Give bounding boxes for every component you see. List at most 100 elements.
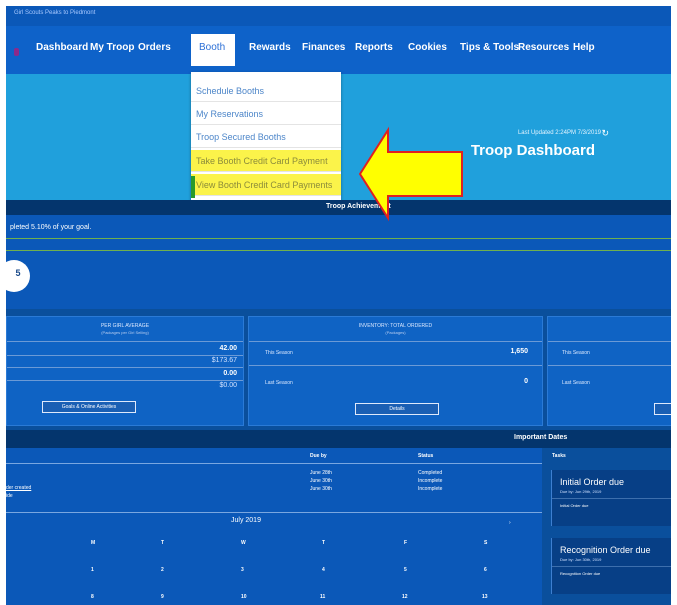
divider [7,355,243,356]
important-dates-bar: Important Dates [6,430,671,448]
stat-value: 0.00 [223,370,237,377]
nav-orders[interactable]: Orders [138,42,171,53]
task-card[interactable]: Initial Order due Due by: Jun 29th, 2019… [551,470,671,526]
details-button[interactable]: Details [355,403,439,415]
calendar-divider [6,512,542,513]
nav-rewards[interactable]: Rewards [249,42,291,53]
menu-item-take-booth-credit-card-payment[interactable]: Take Booth Credit Card Payment [191,150,341,172]
this-season-value: 1,650 [510,348,528,355]
divider [7,380,243,381]
goal-progress-line [6,250,671,251]
card-button[interactable] [654,403,671,415]
divider [548,365,671,366]
calendar-day[interactable]: 12 [402,594,408,600]
this-season-label: This Season [265,350,293,356]
main-navbar: Dashboard My Troop Orders Booth Rewards … [6,26,671,74]
this-season-label: This Season [562,350,590,356]
goal-text: pleted 5.10% of your goal. [10,224,92,231]
last-updated-text: Last Updated 2:24PM 7/3/2019 [517,130,601,136]
calendar-day[interactable]: 11 [320,594,325,600]
menu-item-my-reservations[interactable]: My Reservations [191,103,341,125]
weekday-label: S [484,540,488,546]
column-due-by: Due by [310,453,327,459]
last-season-label: Last Season [265,380,293,386]
task-description: Initial Order due [560,503,589,508]
task-title: Recognition Order due [560,545,651,555]
stat-value: $0.00 [219,382,237,389]
divider [552,498,671,499]
tasks-panel: Tasks Initial Order due Due by: Jun 29th… [542,448,671,605]
calendar-month: July 2019 [231,517,261,524]
weekday-label: M [91,540,96,546]
task-title: Initial Order due [560,477,625,487]
row-due: June 30th [310,486,332,492]
task-card[interactable]: Recognition Order due Due by: Jun 30th, … [551,538,671,594]
screenshot-frame: Girl Scouts Peaks to Piedmont Dashboard … [6,6,671,605]
annotation-arrow-icon [358,126,463,222]
task-due: Due by: Jun 29th, 2019 [560,489,602,494]
divider [552,566,671,567]
troop-achievement-bar: Troop Achievement [6,200,671,215]
row-status: Incomplete [418,486,443,492]
nav-reports[interactable]: Reports [355,42,393,53]
goal-divider [6,238,671,239]
calendar-day[interactable]: 1 [91,567,94,573]
booth-dropdown-menu: Schedule Booths My Reservations Troop Se… [191,72,341,202]
council-name: Girl Scouts Peaks to Piedmont [14,10,96,16]
row-text: ide [6,493,13,499]
calendar-day[interactable]: 6 [484,567,487,573]
nav-help[interactable]: Help [573,42,595,53]
nav-resources[interactable]: Resources [518,42,569,53]
card-inventory-total-ordered: INVENTORY: TOTAL ORDERED (Packages) This… [248,316,543,426]
card-subheader: (Packages) [385,330,406,335]
nav-tips-tools[interactable]: Tips & Tools [460,42,519,53]
stat-value: 42.00 [219,345,237,352]
menu-item-schedule-booths[interactable]: Schedule Booths [191,80,341,102]
card-header: INVENTORY: TOTAL ORDERED [358,323,433,329]
column-status: Status [418,453,434,459]
nav-my-troop[interactable]: My Troop [90,42,134,53]
row-due: June 28th [310,470,332,476]
divider [548,341,671,342]
calendar-day[interactable]: 10 [241,594,247,600]
goal-badge: 5 [6,260,30,292]
row-status: Incomplete [418,478,443,484]
card-per-girl-average: PER GIRL AVERAGE (Packages per Girl Sell… [6,316,244,426]
nav-cookies[interactable]: Cookies [408,42,447,53]
calendar-day[interactable]: 5 [404,567,407,573]
order-created-link[interactable]: der created [6,485,31,491]
menu-item-view-booth-credit-card-payments[interactable]: View Booth Credit Card Payments [191,174,341,196]
weekday-label: F [404,540,408,546]
calendar-day[interactable]: 9 [161,594,164,600]
weekday-label: W [241,540,246,546]
last-season-label: Last Season [562,380,590,386]
calendar-day[interactable]: 13 [482,594,488,600]
page-title: Troop Dashboard [470,142,595,159]
annotation-arrow-shape [358,126,463,222]
menu-item-troop-secured-booths[interactable]: Troop Secured Booths [191,126,341,148]
weekday-label: T [161,540,165,546]
calendar-day[interactable]: 2 [161,567,164,573]
row-status: Completed [418,470,443,476]
calendar-day[interactable]: 8 [91,594,94,600]
goals-online-activities-button[interactable]: Goals & Online Activities [42,401,136,413]
refresh-icon[interactable]: ↻ [601,128,609,139]
nav-booth[interactable]: Booth [191,34,236,66]
weekday-label: T [322,540,326,546]
nav-dashboard[interactable]: Dashboard [36,42,88,53]
last-season-value: 0 [524,378,528,385]
header-divider [6,463,542,464]
calendar-next-icon[interactable]: › [509,520,511,526]
task-due: Due by: Jun 30th, 2019 [560,557,602,562]
divider [7,341,243,342]
row-due: June 30th [310,478,332,484]
calendar-day[interactable]: 4 [322,567,325,573]
top-utility-bar: Girl Scouts Peaks to Piedmont [6,6,671,26]
menu-focus-marker [191,176,195,198]
nav-finances[interactable]: Finances [302,42,345,53]
card-header: PER GIRL AVERAGE [100,323,150,329]
card-third: This Season Last Season [547,316,671,426]
divider [249,365,542,366]
card-subheader: (Packages per Girl Selling) [101,330,149,335]
calendar-day[interactable]: 3 [241,567,244,573]
